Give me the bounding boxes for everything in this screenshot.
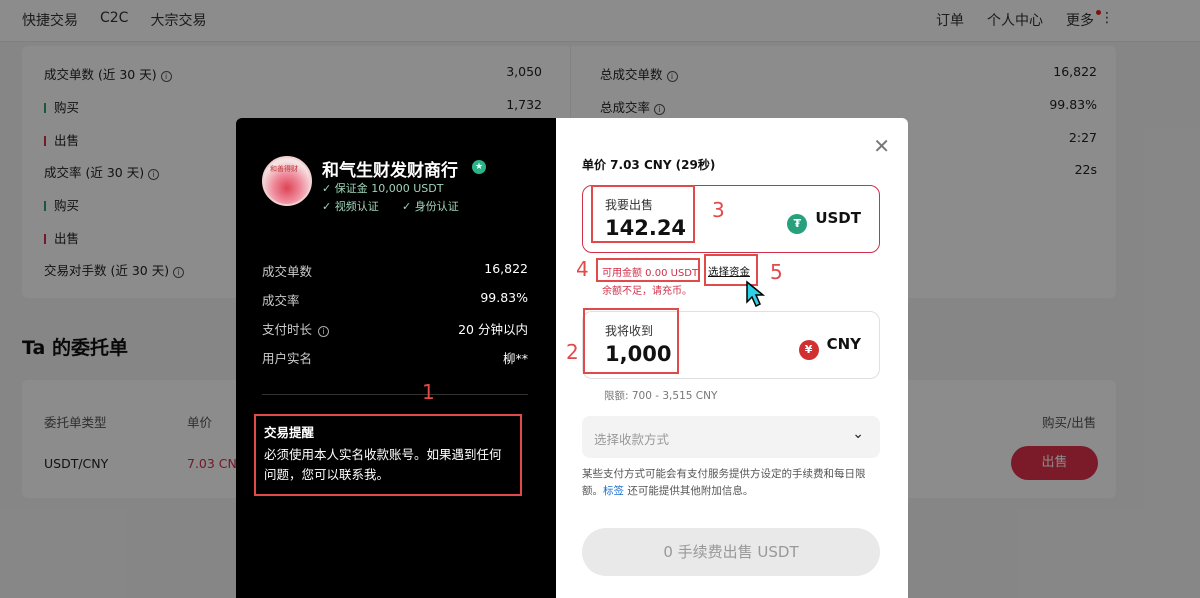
merchant-stat-label: 成交率 [262,293,300,308]
merchant-divider [262,394,528,395]
trade-tip-box: 交易提醒 必须使用本人实名收款账号。如果遇到任何问题，您可以联系我。 [254,414,522,496]
payment-method-select[interactable]: 选择收款方式 ⌄ [582,416,880,458]
sell-amount-field[interactable]: 我要出售 142.24 ₮ USDT [582,185,880,253]
close-icon[interactable]: ✕ [873,134,890,158]
available-balance: 可用金额 0.00 USDT [602,268,699,279]
merchant-name: 和气生财发财商行 [322,161,458,181]
receive-amount-label: 我将收到 [605,324,654,338]
limit-text: 限额: 700 - 3,515 CNY [604,390,718,402]
merchant-stat-row: 成交率 99.83% [262,290,528,309]
merchant-deposit: ✓ 保证金 10,000 USDT [322,182,444,195]
sell-currency: ₮ USDT [787,209,861,234]
select-funds-link[interactable]: 选择资金 [708,264,750,279]
sell-modal: 和善得财 和气生财发财商行 ★ ✓ 保证金 10,000 USDT ✓ 视频认证… [236,118,908,598]
merchant-stat-label: 成交单数 [262,264,313,279]
merchant-stat-label: 用户实名 [262,351,313,366]
tag-link[interactable]: 标签 [603,485,624,497]
receive-currency-label: CNY [826,335,861,353]
trade-tip-title: 交易提醒 [264,425,315,440]
trade-tip-body: 必须使用本人实名收款账号。如果遇到任何问题，您可以联系我。 [264,447,502,482]
cny-icon: ¥ [798,340,819,360]
merchant-stat-value: 柳** [502,351,528,366]
sell-amount-value[interactable]: 142.24 [605,216,686,240]
info-icon[interactable]: i [318,326,330,337]
payment-note: 某些支付方式可能会有支付服务提供方设定的手续费和每日限额。标签 还可能提供其他附… [582,466,882,500]
merchant-stat-row: 支付时长 i 20 分钟以内 [262,319,528,338]
merchant-stat-label: 支付时长 [262,322,313,337]
unit-price: 单价 7.03 CNY (29秒) [582,158,716,172]
annotation-5: 5 [770,260,783,284]
chevron-down-icon: ⌄ [852,426,864,442]
receive-currency: ¥ CNY [798,335,861,360]
merchant-stat-value: 99.83% [480,290,528,305]
annotation-2: 2 [566,340,579,364]
sell-currency-label: USDT [815,209,861,227]
insufficient-balance: 余额不足，请充币。 [602,286,692,297]
merchant-id-verified: ✓ 身份认证 [402,200,459,213]
page: 快捷交易 C2C 大宗交易 订单 个人中心 更多 ⋮ 成交单数 (近 30 天)… [0,0,1200,598]
avatar-text: 和善得财 [270,165,298,173]
merchant-stat-row: 成交单数 16,822 [262,261,528,280]
merchant-stat-value: 20 分钟以内 [458,322,528,337]
annotation-4: 4 [576,257,589,281]
receive-amount-value[interactable]: 1,000 [605,342,671,366]
receive-amount-field[interactable]: 我将收到 1,000 ¥ CNY [582,308,880,379]
sell-submit-button[interactable]: 0 手续费出售 USDT [582,528,880,576]
mouse-cursor-icon [746,280,766,308]
trade-panel: ✕ 单价 7.03 CNY (29秒) 我要出售 142.24 ₮ USDT 3 … [556,118,908,598]
usdt-icon: ₮ [787,214,808,234]
sell-amount-label: 我要出售 [605,198,654,212]
merchant-stat-row: 用户实名 柳** [262,348,528,367]
merchant-stat-value: 16,822 [484,261,528,276]
annotation-3: 3 [712,198,725,222]
annotation-1: 1 [422,380,435,404]
merchant-panel: 和善得财 和气生财发财商行 ★ ✓ 保证金 10,000 USDT ✓ 视频认证… [236,118,556,598]
merchant-video-verified: ✓ 视频认证 [322,200,379,213]
merchant-avatar: 和善得财 [262,156,312,206]
payment-method-placeholder: 选择收款方式 [594,432,670,447]
verified-badge-icon: ★ [472,160,486,174]
payment-note-text-end: 还可能提供其他附加信息。 [624,485,754,497]
